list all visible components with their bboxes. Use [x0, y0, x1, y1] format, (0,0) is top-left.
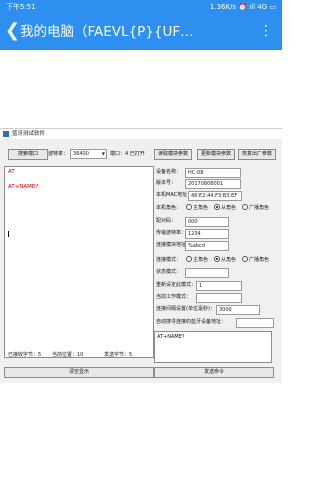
restore-defaults-button[interactable]: 恢复出厂参数: [238, 149, 276, 160]
read-params-button[interactable]: 读取模块参数: [154, 149, 192, 160]
text-cursor: [8, 231, 9, 237]
baud-select[interactable]: 38400 ▼: [70, 149, 107, 159]
auto-search-label: 自动搜寻连接的蓝牙设备地址：: [156, 319, 227, 325]
radio-icon: [186, 255, 192, 262]
transfer-baud-label: 传输波特率：: [156, 230, 187, 236]
receive-log[interactable]: AT AT+NAME?: [4, 166, 154, 358]
reconnect-label: 重新设定此模式：: [156, 282, 197, 288]
more-icon[interactable]: ⋮: [259, 22, 274, 40]
state-mode-field[interactable]: [185, 268, 229, 278]
window-title: 蓝牙测试软件: [12, 131, 46, 137]
radio-label: 主角色: [193, 205, 209, 211]
bt-address-field[interactable]: %abcd: [185, 241, 229, 251]
received-bytes: 已接收字节：5: [8, 352, 42, 358]
version-label: 版本号：: [156, 180, 177, 186]
chevron-down-icon: ▼: [101, 151, 105, 156]
role-master-radio[interactable]: 主角色: [186, 203, 209, 212]
status-bar: 下午5:51 1.36K/s ⏰ ıll 4G ▭: [0, 0, 282, 14]
role-slave-radio[interactable]: 从角色: [214, 203, 237, 212]
conn-slave-radio[interactable]: 从角色: [214, 255, 237, 264]
radio-label: 广播角色: [249, 205, 270, 211]
baud-value: 38400: [73, 151, 89, 157]
interval-label: 连接间隔设置(单位毫秒)：: [156, 306, 215, 312]
sent-bytes: 发送字节：5: [104, 352, 133, 358]
radio-label: 从角色: [221, 257, 237, 263]
device-name-label: 设备名称：: [156, 169, 182, 175]
radio-label: 广播角色: [249, 257, 270, 263]
window-title-bar: 蓝牙测试软件: [0, 129, 282, 139]
clear-display-button[interactable]: 清空显示: [4, 367, 154, 378]
radio-icon: [242, 255, 248, 262]
role-broadcast-radio[interactable]: 广播角色: [242, 203, 270, 212]
conn-master-radio[interactable]: 主角色: [186, 255, 209, 264]
conn-mode-label: 连接模式：: [156, 257, 182, 263]
send-command-button[interactable]: 发送命令: [154, 367, 274, 378]
status-indicators: 1.36K/s ⏰ ıll 4G ▭: [209, 3, 276, 11]
pin-label: 配对码：: [156, 218, 177, 224]
mac-label: 本机MAC地址：: [156, 192, 193, 198]
interval-field[interactable]: 3000: [216, 305, 260, 315]
state-mode-label: 状态模式：: [156, 269, 182, 275]
log-line: AT+NAME?: [8, 184, 39, 190]
role-label: 本机角色：: [156, 205, 182, 211]
update-params-button[interactable]: 更新模块参数: [197, 149, 235, 160]
radio-label: 主角色: [193, 257, 209, 263]
work-mode-label: 当前工作模式：: [156, 294, 192, 300]
send-input-text: AT+NAME?: [157, 334, 185, 340]
mac-field[interactable]: 48:E2:44:F3:B3:EF: [188, 191, 242, 201]
radio-icon: [214, 203, 220, 210]
auto-search-field[interactable]: [236, 318, 274, 328]
work-mode-field[interactable]: [196, 293, 242, 303]
back-arrow-icon[interactable]: ❮: [5, 21, 20, 41]
radio-label: 从角色: [221, 205, 237, 211]
chat-title: 我的电脑（FAEVL{P}{UF…: [20, 24, 194, 40]
version-field[interactable]: 20170808001: [185, 179, 241, 189]
send-input[interactable]: AT+NAME?: [154, 331, 272, 363]
search-port-button[interactable]: 搜索端口: [8, 149, 48, 160]
port-status: 端口：4 已打开: [110, 151, 145, 157]
reconnect-field[interactable]: 1: [196, 281, 242, 291]
conn-broadcast-radio[interactable]: 广播角色: [242, 255, 270, 264]
baud-label: 波特率：: [48, 151, 69, 157]
status-time: 下午5:51: [6, 3, 36, 11]
pin-field[interactable]: 000: [185, 217, 229, 227]
app-icon: [3, 131, 9, 137]
radio-icon: [242, 203, 248, 210]
device-name-field[interactable]: HC-08: [185, 168, 241, 178]
transfer-baud-field[interactable]: 1234: [185, 229, 229, 239]
screenshot-image: 蓝牙测试软件 搜索端口 波特率： 38400 ▼ 端口：4 已打开 读取模块参数…: [0, 128, 282, 383]
nav-bar: ❮ 我的电脑（FAEVL{P}{UF… ⋮: [0, 14, 282, 50]
radio-icon: [214, 255, 220, 262]
radio-icon: [186, 203, 192, 210]
log-line: AT: [8, 169, 15, 175]
current-position: 当前位置：10: [52, 352, 84, 358]
